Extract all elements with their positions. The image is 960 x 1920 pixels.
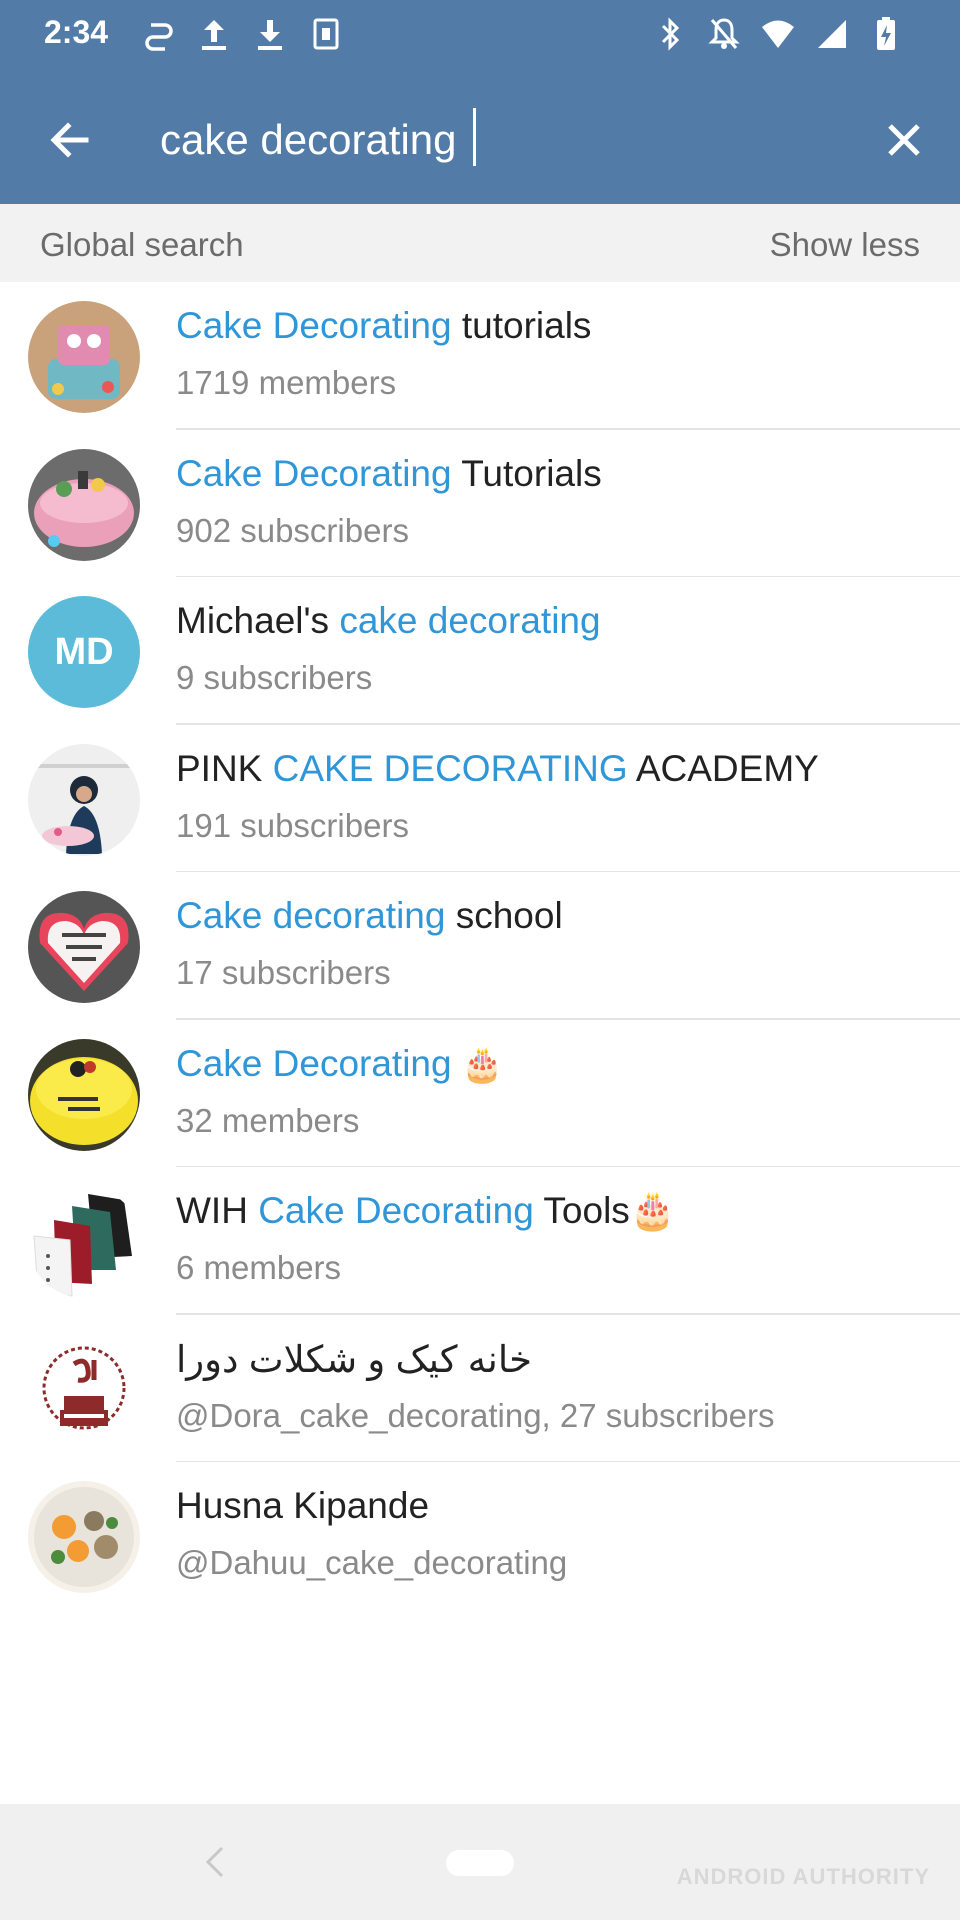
result-subtitle: 9 subscribers [176,659,373,696]
result-subtitle: 902 subscribers [176,511,409,549]
result-title: Cake decorating school [176,895,563,936]
avatar [28,1333,140,1446]
nav-home-pill[interactable] [446,1850,514,1876]
upload-icon [196,14,232,54]
bluetooth-icon [652,14,688,54]
status-left-icons [140,14,344,54]
result-title: PINK CAKE DECORATING ACADEMY [176,747,819,789]
avatar [28,1481,140,1593]
list-item[interactable]: PINK CAKE DECORATING ACADEMY 191 subscri… [0,725,960,872]
list-item[interactable]: MD Michael's cake decorating 9 subscribe… [0,577,960,725]
wifi-icon [760,14,796,54]
close-icon [888,124,920,156]
search-results-list: Cake Decorating tutorials 1719 members C… [0,282,960,1610]
sim-icon [308,14,344,54]
list-item[interactable]: Cake Decorating Tutorials 902 subscriber… [0,430,960,577]
avatar [28,891,140,1003]
global-search-header: Global search Show less [0,204,960,282]
download-icon [252,14,288,54]
avatar [28,743,140,856]
result-subtitle: @Dahuu_cake_decorating [176,1544,568,1581]
list-item[interactable]: Cake Decorating 🎂 32 members [0,1020,960,1167]
list-item[interactable]: Cake decorating school 17 subscribers [0,872,960,1020]
result-title: Michael's cake decorating [176,600,601,641]
arrow-left-icon [50,122,89,158]
avatar [28,301,140,413]
avatar [28,448,140,561]
avatar [28,1038,140,1151]
result-subtitle: 1719 members [176,364,397,401]
signal-icon [814,14,850,54]
result-title: Cake Decorating Tutorials [176,452,602,494]
result-title: خانه کیک و شکلات دورا [176,1338,532,1380]
result-title: Cake Decorating 🎂 [176,1042,504,1084]
list-item[interactable]: WIH Cake Decorating Tools🎂 6 members [0,1167,960,1315]
status-right-icons [652,14,904,54]
result-subtitle: 6 members [176,1249,342,1286]
notifications-off-icon [706,14,742,54]
section-title: Global search [40,226,244,263]
result-title: WIH Cake Decorating Tools🎂 [176,1190,676,1231]
show-less-button[interactable]: Show less [770,226,920,264]
navigation-bar: ANDROID AUTHORITY [0,1804,960,1920]
status-bar: 2:34 [0,0,960,72]
avatar-initials: MD [54,630,114,673]
search-input[interactable] [160,104,860,176]
battery-charging-icon [868,14,904,54]
avatar: MD [28,596,140,708]
list-item[interactable]: Cake Decorating tutorials 1719 members [0,282,960,430]
result-title: Husna Kipande [176,1485,430,1526]
list-item[interactable]: خانه کیک و شکلات دورا @Dora_cake_decorat… [0,1315,960,1462]
sync-icon [140,14,176,54]
result-subtitle: @Dora_cake_decorating, 27 subscribers [176,1396,775,1434]
back-button[interactable] [36,106,104,174]
result-subtitle: 32 members [176,1101,360,1139]
nav-back-icon[interactable] [200,1842,230,1882]
result-subtitle: 17 subscribers [176,954,391,991]
status-time: 2:34 [44,14,109,50]
list-item[interactable]: Husna Kipande @Dahuu_cake_decorating [0,1462,960,1610]
text-caret [473,108,476,166]
clear-search-button[interactable] [870,106,938,174]
avatar [28,1186,140,1298]
result-title: Cake Decorating tutorials [176,305,592,346]
search-bar [0,72,960,204]
result-subtitle: 191 subscribers [176,806,409,844]
watermark: ANDROID AUTHORITY [676,1864,930,1889]
